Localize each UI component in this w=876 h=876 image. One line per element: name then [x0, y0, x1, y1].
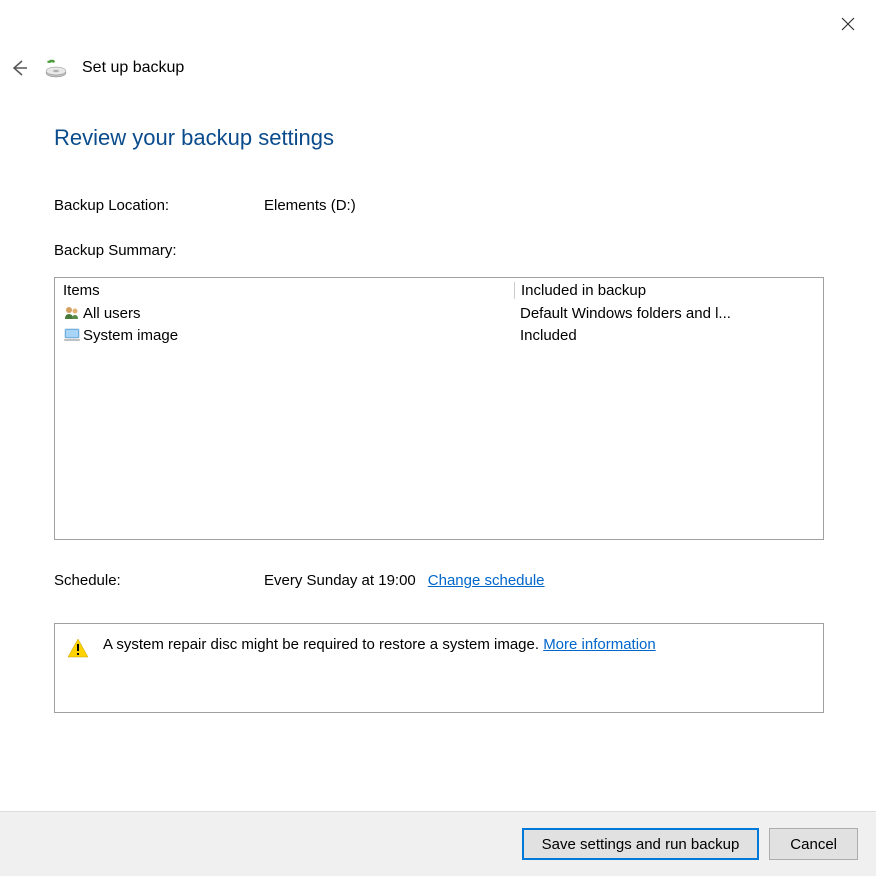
- schedule-value: Every Sunday at 19:00: [264, 572, 416, 589]
- notice-message: A system repair disc might be required t…: [103, 636, 543, 653]
- computer-icon: [63, 326, 81, 344]
- table-cell-included: Default Windows folders and l...: [520, 305, 815, 322]
- table-row[interactable]: System image Included: [55, 324, 823, 346]
- save-and-run-button[interactable]: Save settings and run backup: [522, 828, 760, 860]
- notice-text: A system repair disc might be required t…: [103, 636, 811, 653]
- table-header-items[interactable]: Items: [63, 282, 520, 299]
- backup-summary-table: Items Included in backup All users Defau…: [54, 277, 824, 540]
- schedule-row: Schedule: Every Sunday at 19:00 Change s…: [54, 572, 824, 589]
- back-button[interactable]: [8, 57, 30, 79]
- notice-box: A system repair disc might be required t…: [54, 623, 824, 713]
- backup-summary-label: Backup Summary:: [54, 242, 824, 259]
- table-header: Items Included in backup: [55, 278, 823, 302]
- back-arrow-icon: [9, 58, 29, 78]
- table-row[interactable]: All users Default Windows folders and l.…: [55, 302, 823, 324]
- table-header-included[interactable]: Included in backup: [514, 282, 815, 299]
- page-heading: Review your backup settings: [54, 125, 824, 151]
- users-icon: [63, 304, 81, 322]
- table-cell-included: Included: [520, 327, 815, 344]
- backup-location-label: Backup Location:: [54, 197, 264, 214]
- close-icon: [841, 17, 855, 31]
- close-button[interactable]: [838, 14, 858, 34]
- wizard-header: Set up backup: [8, 56, 184, 80]
- content-area: Review your backup settings Backup Locat…: [54, 125, 824, 713]
- backup-location-row: Backup Location: Elements (D:): [54, 197, 824, 214]
- backup-wizard-icon: [44, 56, 68, 80]
- cancel-button[interactable]: Cancel: [769, 828, 858, 860]
- table-cell-item: All users: [83, 305, 141, 322]
- window-title: Set up backup: [82, 59, 184, 77]
- footer: Save settings and run backup Cancel: [0, 811, 876, 876]
- change-schedule-link[interactable]: Change schedule: [428, 572, 545, 589]
- warning-icon: [67, 638, 89, 658]
- more-information-link[interactable]: More information: [543, 636, 656, 653]
- schedule-label: Schedule:: [54, 572, 264, 589]
- backup-location-value: Elements (D:): [264, 197, 356, 214]
- table-cell-item: System image: [83, 327, 178, 344]
